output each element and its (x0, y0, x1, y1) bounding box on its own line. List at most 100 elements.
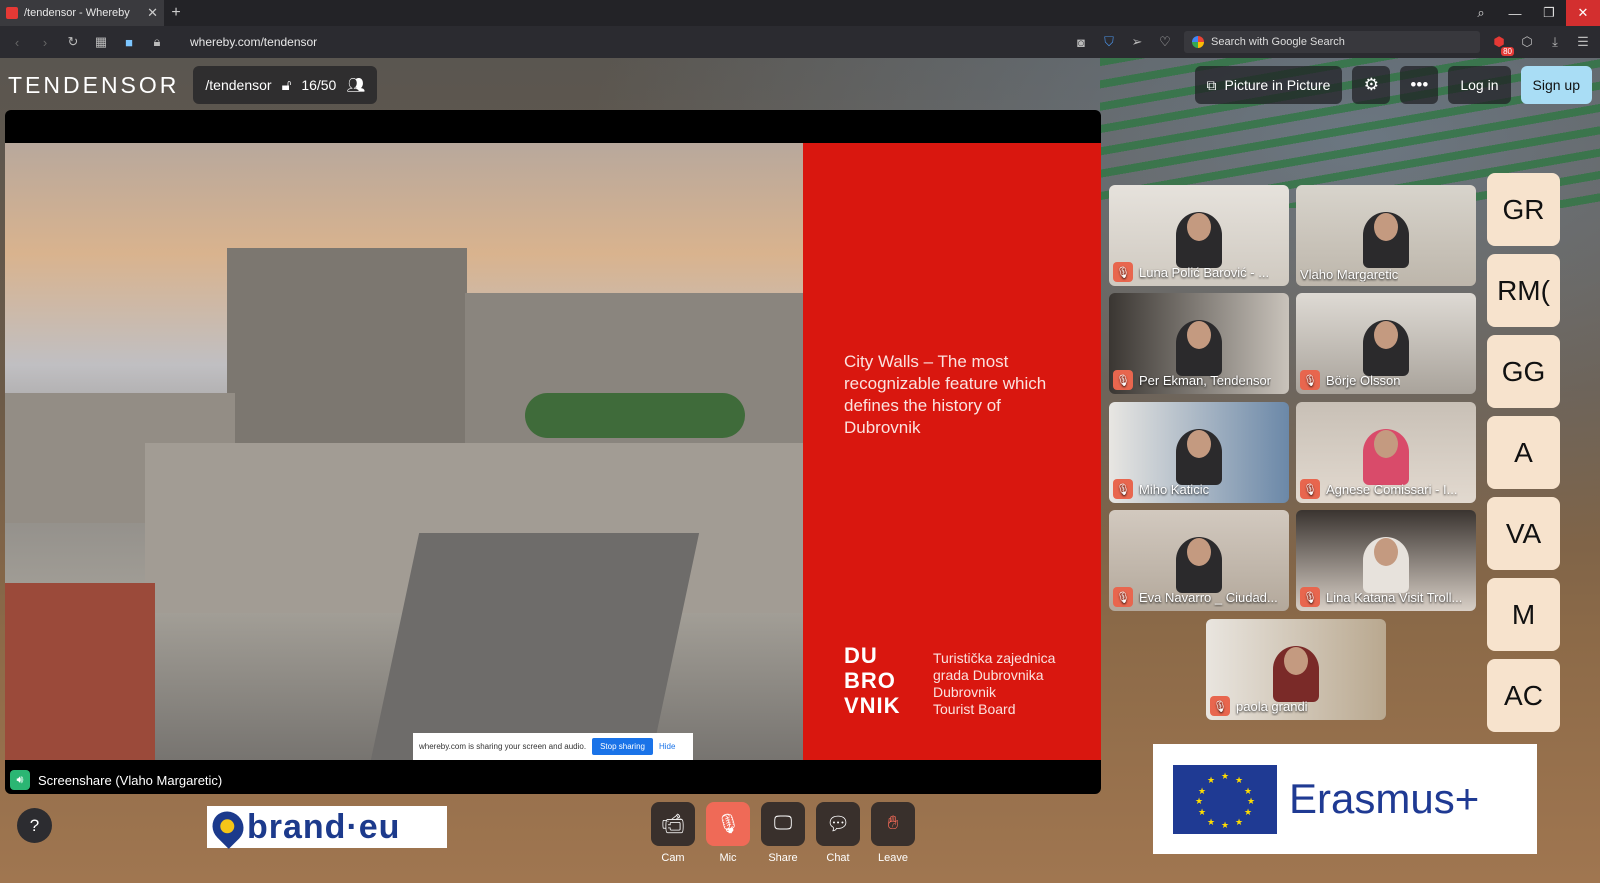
lock-icon[interactable]: 🔒︎ (148, 34, 166, 50)
unlocked-icon[interactable]: 🔓︎ (282, 77, 292, 94)
avatar[interactable]: GR (1487, 173, 1560, 246)
mic-muted-icon: 🎙︎ (1113, 370, 1133, 390)
dubrovnik-logo: DU BRO VNIK (844, 643, 914, 719)
screenshare-tile[interactable]: City Walls – The most recognizable featu… (5, 110, 1101, 794)
presentation-slide: City Walls – The most recognizable featu… (5, 143, 1101, 760)
more-dots-icon: ••• (1410, 75, 1429, 94)
pip-label: Picture in Picture (1224, 77, 1331, 93)
sharing-notice-text: whereby.com is sharing your screen and a… (419, 742, 587, 751)
screen-share-icon[interactable]: 🖵︎ (761, 802, 805, 846)
avatar[interactable]: A (1487, 416, 1560, 489)
people-icon[interactable]: 👥︎ (346, 76, 365, 94)
forward-icon[interactable]: › (36, 35, 54, 50)
browser-tab[interactable]: /tendensor - Whereby ✕ (0, 0, 164, 26)
search-placeholder: Search with Google Search (1211, 36, 1345, 48)
room-info: /tendensor 🔓︎ 16/50 👥︎ (193, 66, 378, 104)
mic-muted-icon: 🎙︎ (1300, 587, 1320, 607)
avatar[interactable]: AC (1487, 659, 1560, 732)
erasmus-text: Erasmus+ (1289, 775, 1480, 822)
download-icon[interactable]: ⤓ (1546, 34, 1564, 50)
mic-control[interactable]: 🎙︎ Mic (706, 802, 750, 864)
participant-tile[interactable]: 🎙︎ Miho Katicic (1109, 402, 1289, 503)
extension-icon[interactable]: ⬢ 80 (1490, 34, 1514, 56)
url-field[interactable]: whereby.com/tendensor (190, 35, 317, 49)
help-button[interactable]: ? (17, 808, 52, 843)
participant-name: Börje Olsson (1326, 372, 1401, 388)
board-line-2: grada Dubrovnika (933, 667, 1044, 683)
participant-name: Lina Katana Visit Troll... (1326, 589, 1463, 605)
camera-in-use-icon[interactable]: ■ (120, 35, 138, 50)
tourist-board-text: Turistička zajednica grada Dubrovnika Du… (933, 650, 1055, 718)
tab-title: /tendensor - Whereby (24, 7, 130, 19)
restore-button[interactable]: ❐ (1532, 0, 1566, 26)
hide-notice-button[interactable]: Hide (659, 742, 675, 751)
browser-tab-bar: /tendensor - Whereby ✕ + ⌕ — ❐ ✕ (0, 0, 1600, 26)
menu-icon[interactable]: ☰ (1574, 34, 1592, 50)
mic-muted-icon: 🎙︎ (1300, 370, 1320, 390)
search-input[interactable]: Search with Google Search (1184, 31, 1480, 53)
heart-icon[interactable]: ♡ (1156, 34, 1174, 50)
participant-tile[interactable]: Vlaho Margaretic (1296, 185, 1476, 286)
chat-label: Chat (826, 852, 850, 864)
tendensor-logo: TENDENSOR (8, 71, 180, 98)
mic-muted-icon: 🎙︎ (1113, 262, 1133, 282)
tabs-grid-icon[interactable]: ▦ (92, 34, 110, 50)
participant-name: Per Ekman, Tendensor (1139, 372, 1271, 388)
shield-icon[interactable]: ⛉ (1100, 34, 1118, 50)
snapshot-icon[interactable]: ◙ (1072, 35, 1090, 50)
settings-button[interactable]: ⚙ (1352, 66, 1391, 104)
participant-tile[interactable]: 🎙︎ Eva Navarro _ Ciudad... (1109, 510, 1289, 611)
share-control[interactable]: 🖵︎ Share (761, 802, 805, 864)
screenshare-owner: Screenshare (Vlaho Margaretic) (38, 772, 223, 788)
leave-control[interactable]: ✋︎ Leave (871, 802, 915, 864)
picture-in-picture-button[interactable]: ⧉ Picture in Picture (1194, 66, 1343, 104)
google-icon (1192, 36, 1204, 48)
chat-icon[interactable]: 💬︎ (816, 802, 860, 846)
address-bar: ‹ › ↻ ▦ ■ 🔒︎ whereby.com/tendensor ◙ ⛉ ➢… (0, 26, 1600, 58)
map-pin-icon (206, 805, 250, 849)
login-button[interactable]: Log in (1448, 66, 1511, 104)
avatar[interactable]: GG (1487, 335, 1560, 408)
mic-muted-icon: 🎙︎ (1300, 479, 1320, 499)
participant-tile[interactable]: 🎙︎ Lina Katana Visit Troll... (1296, 510, 1476, 611)
cam-control[interactable]: 📹︎ Cam (651, 802, 695, 864)
leave-label: Leave (878, 852, 908, 864)
eu-flag-icon: ★ ★ ★ ★ ★ ★ ★ ★ ★ ★ ★ ★ (1173, 764, 1277, 834)
avatar[interactable]: M (1487, 578, 1560, 651)
camera-icon[interactable]: 📹︎ (651, 802, 695, 846)
participant-tile[interactable]: 🎙︎ Börje Olsson (1296, 293, 1476, 394)
sharing-notice-bar: whereby.com is sharing your screen and a… (413, 733, 693, 760)
new-tab-button[interactable]: + (164, 4, 188, 22)
cube-icon[interactable]: ⬡ (1518, 34, 1536, 50)
brand-logo-text: brand·eu (247, 807, 401, 846)
participant-tile[interactable]: 🎙︎ Luna Polić Barović - ... (1109, 185, 1289, 286)
gear-icon: ⚙ (1363, 75, 1379, 94)
more-button[interactable]: ••• (1400, 66, 1439, 104)
call-controls: 📹︎ Cam 🎙︎ Mic 🖵︎ Share 💬︎ Chat ✋︎ Leave (651, 802, 915, 864)
city-walls-photo (5, 143, 803, 760)
reload-icon[interactable]: ↻ (64, 34, 82, 50)
send-icon[interactable]: ➢ (1128, 34, 1146, 50)
close-window-button[interactable]: ✕ (1566, 0, 1600, 26)
erasmus-logo: ★ ★ ★ ★ ★ ★ ★ ★ ★ ★ ★ ★ Erasmus+ (1153, 744, 1537, 854)
participant-name: Vlaho Margaretic (1300, 267, 1399, 282)
avatar[interactable]: RM( (1487, 254, 1560, 327)
logo-line-1: DU (844, 643, 878, 668)
extension-badge: 80 (1501, 47, 1514, 56)
stop-sharing-button[interactable]: Stop sharing (592, 738, 653, 755)
search-tabs-icon[interactable]: ⌕ (1464, 0, 1498, 26)
participant-tile[interactable]: 🎙︎ paola grandi (1206, 619, 1386, 720)
minimize-button[interactable]: — (1498, 0, 1532, 26)
participant-tile[interactable]: 🎙︎ Per Ekman, Tendensor (1109, 293, 1289, 394)
participant-name: Miho Katicic (1139, 481, 1210, 497)
avatar[interactable]: VA (1487, 497, 1560, 570)
mic-off-icon[interactable]: 🎙︎ (706, 802, 750, 846)
back-icon[interactable]: ‹ (8, 35, 26, 50)
participant-count: 16/50 (301, 77, 337, 93)
chat-control[interactable]: 💬︎ Chat (816, 802, 860, 864)
mic-label: Mic (719, 852, 737, 864)
participant-tile[interactable]: 🎙︎ Agnese Comissari - I... (1296, 402, 1476, 503)
signup-button[interactable]: Sign up (1520, 66, 1592, 104)
leave-hand-icon[interactable]: ✋︎ (871, 802, 915, 846)
close-tab-icon[interactable]: ✕ (147, 5, 158, 21)
